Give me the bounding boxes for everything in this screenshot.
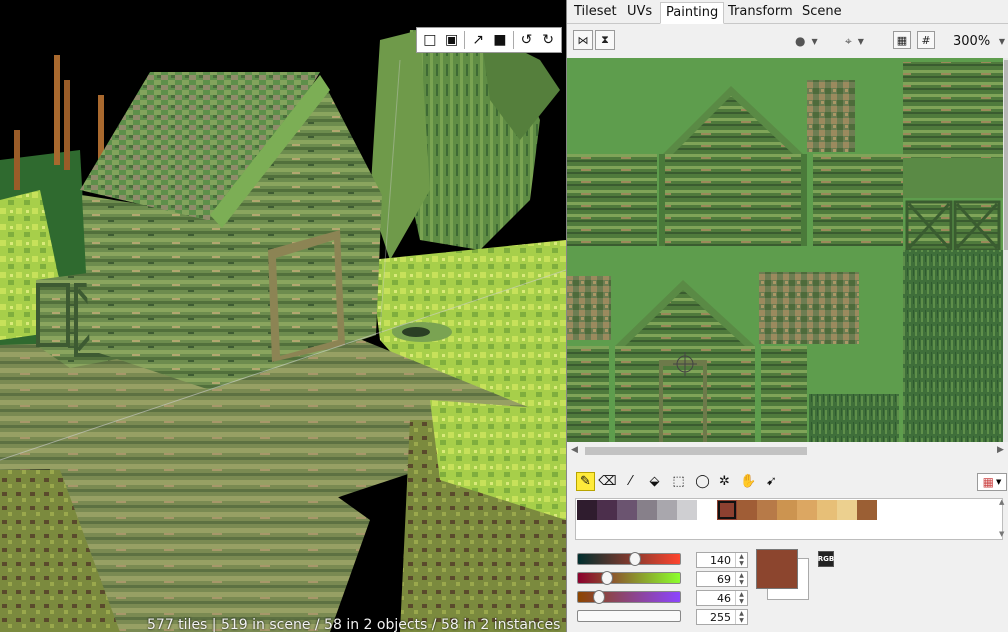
tab-scene[interactable]: Scene [797, 2, 847, 24]
texture-atlas-image [567, 58, 1003, 442]
red-slider-knob[interactable] [629, 552, 641, 566]
paint-tools-bar: ✎ ⌫ ⁄ ⬙ ⬚ ◯ ✲ ✋ ➹ ▦ ▼ [567, 468, 1008, 496]
scene-viewport[interactable]: □ ▣ ↗ ■ ↺ ↻ 577 tiles | 519 in scene / 5… [0, 0, 566, 632]
tab-bar: Tileset UVs Painting Transform Scene [567, 0, 1008, 24]
pointer-tool-icon[interactable]: ➹ [762, 472, 781, 491]
palette-swatch[interactable] [857, 500, 877, 520]
scroll-right-icon[interactable]: ▶ [997, 445, 1004, 455]
hand-tool-icon[interactable]: ✋ [739, 472, 758, 491]
viewport-toolbar: □ ▣ ↗ ■ ↺ ↻ [416, 27, 562, 53]
magic-wand-tool-icon[interactable]: ✲ [715, 472, 734, 491]
palette-swatch[interactable] [717, 500, 737, 520]
tab-uvs[interactable]: UVs [622, 2, 657, 24]
palette-swatch[interactable] [757, 500, 777, 520]
palette-swatch[interactable] [697, 500, 717, 520]
blue-input[interactable]: 46 ▲ ▼ [696, 590, 748, 606]
eraser-tool-icon[interactable]: ⌫ [598, 472, 617, 491]
chevron-down-icon: ▼ [811, 36, 818, 46]
toolbar-divider [512, 31, 514, 49]
eyedropper-tool-icon[interactable]: ⁄ [621, 472, 640, 491]
painting-toolbar: ⋈ ⧗ ● ▼ ⌖ ▼ ▦ # 300% ▼ [567, 26, 1008, 58]
zoom-dropdown[interactable]: 300% ▼ [951, 31, 1007, 51]
palette-scrollbar[interactable]: ▲ ▼ [999, 498, 1007, 540]
palette-swatch[interactable] [677, 500, 697, 520]
palette-swatch[interactable] [817, 500, 837, 520]
tab-tileset[interactable]: Tileset [569, 2, 622, 24]
chevron-down-icon: ▼ [857, 36, 864, 46]
spinner-arrows-icon[interactable]: ▲ ▼ [735, 572, 747, 586]
scroll-down-icon[interactable]: ▼ [999, 530, 1007, 538]
palette-grid-dropdown[interactable]: ▦ ▼ [977, 473, 1007, 491]
checker-bg-icon[interactable]: ▦ [893, 31, 911, 49]
palette-swatch[interactable] [637, 500, 657, 520]
color-editor: 140 ▲ ▼ 69 ▲ ▼ 46 ▲ ▼ 255 ▲ ▼ RGB [567, 548, 1008, 632]
alpha-input[interactable]: 255 ▲ ▼ [696, 609, 748, 625]
brush-dot-icon: ● [795, 34, 806, 48]
app-window: □ ▣ ↗ ■ ↺ ↻ 577 tiles | 519 in scene / 5… [0, 0, 1008, 632]
palette-swatch[interactable] [777, 500, 797, 520]
canvas-vertical-scrollbar[interactable] [1003, 58, 1008, 442]
palette-swatch[interactable] [737, 500, 757, 520]
palette-swatch[interactable] [577, 500, 597, 520]
primary-color-swatch[interactable] [756, 549, 798, 589]
lasso-tool-icon[interactable]: ◯ [693, 472, 712, 491]
green-input[interactable]: 69 ▲ ▼ [696, 571, 748, 587]
palette-swatches [577, 500, 877, 520]
rotate-left-icon[interactable]: ↺ [517, 30, 537, 50]
chevron-down-icon: ▼ [995, 478, 1002, 486]
scrollbar-thumb[interactable] [585, 447, 807, 455]
scroll-left-icon[interactable]: ◀ [571, 445, 578, 455]
chevron-down-icon: ▼ [998, 36, 1005, 46]
palette-swatch[interactable] [837, 500, 857, 520]
palette-swatch[interactable] [797, 500, 817, 520]
blue-slider[interactable] [577, 590, 681, 604]
palette-swatch[interactable] [617, 500, 637, 520]
alpha-slider[interactable] [577, 610, 681, 622]
editor-panel: Tileset UVs Painting Transform Scene ⋈ ⧗… [566, 0, 1008, 632]
spinner-arrows-icon[interactable]: ▲ ▼ [735, 610, 747, 624]
zoom-value: 300% [953, 33, 991, 49]
color-palette[interactable] [575, 498, 1003, 540]
select-cube-icon[interactable]: ▣ [442, 30, 462, 50]
rotate-right-icon[interactable]: ↻ [538, 30, 558, 50]
scene-render [0, 0, 566, 632]
brush-shape-dropdown[interactable]: ● ▼ [795, 32, 818, 50]
scroll-up-icon[interactable]: ▲ [999, 498, 1007, 506]
fill-tool-icon[interactable]: ⬙ [645, 472, 664, 491]
palette-swatch[interactable] [657, 500, 677, 520]
spinner-arrows-icon[interactable]: ▲ ▼ [735, 553, 747, 567]
green-slider[interactable] [577, 571, 681, 585]
select-box-icon[interactable]: □ [420, 30, 440, 50]
toolbar-divider [464, 31, 466, 49]
mirror-x-icon[interactable]: ⋈ [573, 30, 593, 50]
blue-slider-knob[interactable] [593, 590, 605, 604]
red-slider[interactable] [577, 552, 681, 566]
grid-icon[interactable]: # [917, 31, 935, 49]
scene-status-text: 577 tiles | 519 in scene / 58 in 2 objec… [147, 617, 561, 632]
move-axes-icon[interactable]: ↗ [468, 30, 488, 50]
rgb-mode-icon[interactable]: RGB [818, 551, 834, 567]
scrollbar-thumb[interactable] [1004, 60, 1008, 250]
red-input[interactable]: 140 ▲ ▼ [696, 552, 748, 568]
brush-mode-dropdown[interactable]: ⌖ ▼ [845, 32, 864, 50]
rect-select-tool-icon[interactable]: ⬚ [669, 472, 688, 491]
tab-painting[interactable]: Painting [660, 2, 725, 24]
mirror-y-icon[interactable]: ⧗ [595, 30, 615, 50]
color-grid-icon: ▦ [982, 475, 994, 489]
crosshair-icon: ⌖ [845, 33, 852, 48]
solid-mode-icon[interactable]: ■ [490, 30, 510, 50]
tab-transform[interactable]: Transform [723, 2, 798, 24]
pencil-tool-icon[interactable]: ✎ [576, 472, 595, 491]
palette-swatch[interactable] [597, 500, 617, 520]
green-slider-knob[interactable] [601, 571, 613, 585]
texture-canvas[interactable] [567, 58, 1003, 442]
canvas-horizontal-scrollbar[interactable]: ◀ ▶ [567, 443, 1008, 459]
spinner-arrows-icon[interactable]: ▲ ▼ [735, 591, 747, 605]
